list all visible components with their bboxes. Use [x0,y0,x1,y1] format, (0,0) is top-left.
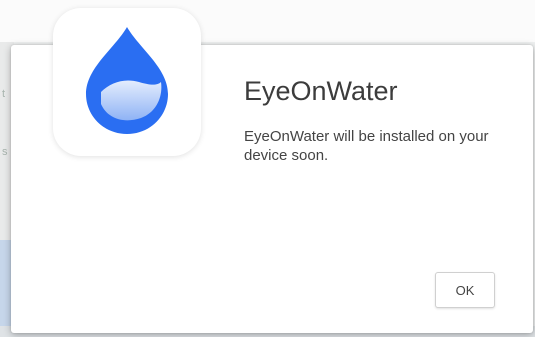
ok-button[interactable]: OK [435,272,495,308]
background-peek-text: t [2,88,6,100]
dialog-title: EyeOnWater [244,76,398,106]
background-peek-text: s [2,146,8,158]
app-icon [53,8,201,156]
water-drop-icon [86,27,168,134]
dialog-message: EyeOnWater will be installed on your dev… [244,128,489,164]
